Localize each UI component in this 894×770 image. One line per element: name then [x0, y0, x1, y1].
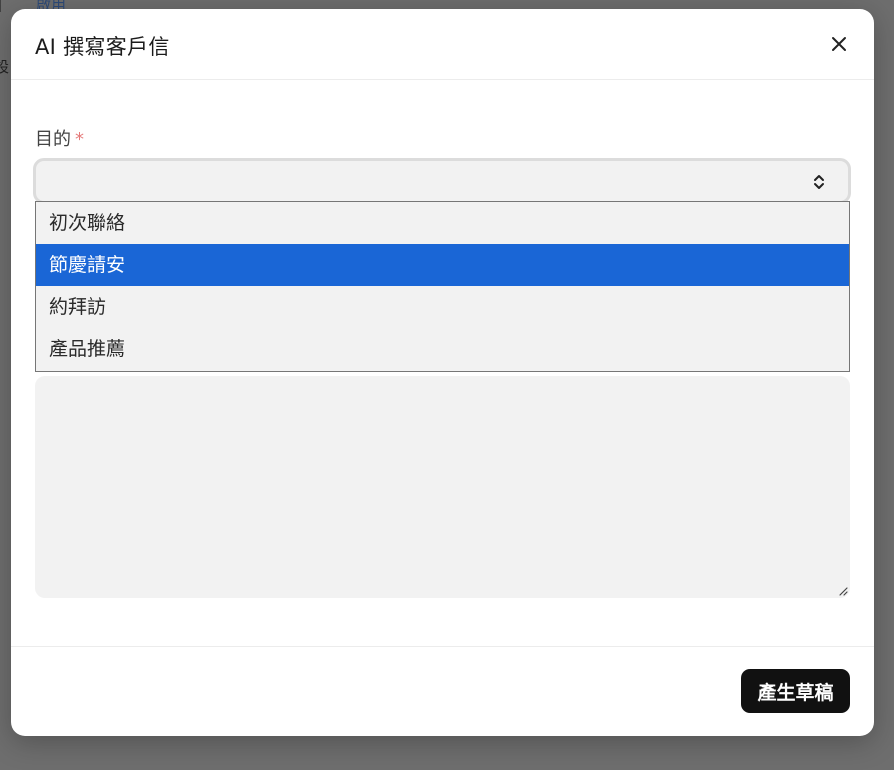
- purpose-option[interactable]: 約拜訪: [36, 286, 849, 328]
- dialog-body: 目的 * 初次聯絡 節慶請安 約拜訪 產品推薦: [11, 80, 874, 646]
- required-mark: *: [75, 129, 84, 150]
- background-fragment: ]: [0, 0, 6, 14]
- purpose-option-selected[interactable]: 節慶請安: [36, 244, 849, 286]
- close-icon: [832, 37, 846, 51]
- ai-compose-dialog: AI 撰寫客戶信 目的 * 初次聯絡 節慶請安 約拜訪 產品推薦 產生草稿: [11, 9, 874, 736]
- generate-draft-button[interactable]: 產生草稿: [741, 669, 850, 713]
- purpose-option[interactable]: 產品推薦: [36, 328, 849, 370]
- chevron-up-down-icon: [814, 175, 824, 189]
- notes-textarea[interactable]: [35, 376, 850, 598]
- resize-handle-icon[interactable]: [836, 584, 848, 596]
- dialog-header: AI 撰寫客戶信: [11, 9, 874, 80]
- purpose-select[interactable]: [33, 158, 851, 204]
- dialog-footer: 產生草稿: [11, 646, 874, 736]
- purpose-dropdown-list: 初次聯絡 節慶請安 約拜訪 產品推薦: [35, 201, 850, 372]
- dialog-title: AI 撰寫客戶信: [35, 35, 170, 59]
- purpose-label: 目的 *: [35, 125, 84, 151]
- purpose-option[interactable]: 初次聯絡: [36, 202, 849, 244]
- purpose-label-text: 目的: [35, 129, 71, 150]
- close-button[interactable]: [828, 33, 850, 55]
- background-fragment: 設: [0, 58, 10, 76]
